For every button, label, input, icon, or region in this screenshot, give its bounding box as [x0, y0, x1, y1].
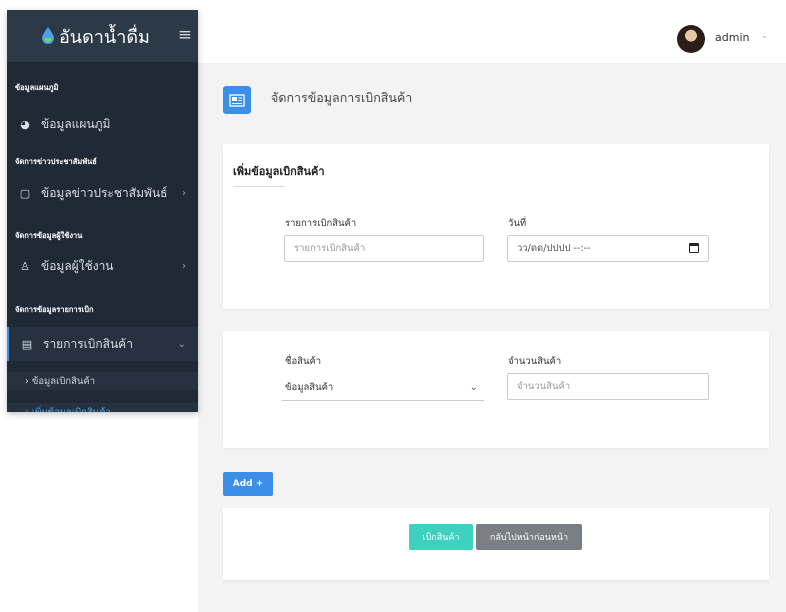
product-label: ชื่อสินค้า: [285, 356, 322, 367]
chevron-down-icon: ⌄: [177, 338, 186, 350]
section-withdraw: จัดการข้อมูลรายการเบิก: [15, 305, 94, 314]
add-row-button[interactable]: Add +: [223, 472, 273, 496]
item-input[interactable]: รายการเบิกสินค้า: [284, 235, 484, 262]
submit-button[interactable]: เบิกสินค้า: [409, 524, 473, 550]
sidebar-item-label: ข้อมูลผู้ใช้งาน: [41, 258, 114, 273]
water-drop-icon: [42, 27, 54, 44]
sidebar-subitem-data[interactable]: › ข้อมูลเบิกสินค้า: [7, 372, 198, 390]
section-chart: ข้อมูลแผนภูมิ: [15, 83, 59, 92]
sidebar-subitem-add[interactable]: › เพิ่มข้อมูลเบิกสินค้า: [7, 403, 198, 412]
section-users: จัดการข้อมูลผู้ใช้งาน: [15, 231, 83, 240]
pie-chart-icon: ◕: [20, 117, 30, 131]
title-underline: [233, 186, 285, 187]
chevron-down-icon[interactable]: ⌄: [761, 31, 768, 40]
item-label: รายการเบิกสินค้า: [285, 218, 357, 229]
back-button[interactable]: กลับไปหน้าก่อนหน้า: [476, 524, 582, 550]
calendar-icon[interactable]: [689, 243, 699, 253]
product-selected-value: ข้อมูลสินค้า: [285, 381, 334, 393]
sidebar-item-label: รายการเบิกสินค้า: [43, 336, 133, 351]
chevron-right-icon: ›: [182, 260, 186, 272]
form-card-primary: เพิ่มข้อมูลเบิกสินค้า รายการเบิกสินค้า ร…: [223, 144, 769, 309]
chevron-right-icon: ›: [182, 187, 186, 199]
qty-label: จำนวนสินค้า: [508, 356, 562, 367]
form-card-secondary: ชื่อสินค้า ข้อมูลสินค้า ⌄ จำนวนสินค้า จำ…: [223, 331, 769, 448]
card-title: เพิ่มข้อมูลเบิกสินค้า: [233, 165, 325, 178]
date-label: วันที่: [508, 218, 527, 229]
sidebar-item-withdraw[interactable]: ▤ รายการเบิกสินค้า ⌄: [7, 327, 198, 361]
newspaper-icon: [223, 86, 251, 114]
brand[interactable]: อันดาน้ำดื่ม ≡: [7, 10, 198, 62]
brand-name: อันดาน้ำดื่ม: [59, 26, 150, 48]
user-name[interactable]: admin: [715, 31, 749, 44]
user-avatar[interactable]: [677, 25, 705, 53]
product-select[interactable]: ข้อมูลสินค้า ⌄: [282, 374, 484, 401]
section-news: จัดการข่าวประชาสัมพันธ์: [15, 157, 97, 166]
sidebar-item-label: ข้อมูลข่าวประชาสัมพันธ์: [41, 185, 168, 200]
page-title: จัดการข้อมูลการเบิกสินค้า: [271, 90, 413, 105]
qty-input[interactable]: จำนวนสินค้า: [507, 373, 709, 400]
card-icon: ▤: [21, 337, 33, 351]
sidebar: อันดาน้ำดื่ม ≡ ข้อมูลแผนภูมิ ◕ ข้อมูลแผน…: [7, 10, 198, 412]
sidebar-item-label: ข้อมูลแผนภูมิ: [41, 116, 111, 131]
chevron-down-icon: ⌄: [469, 381, 478, 393]
sidebar-item-news[interactable]: ▢ ข้อมูลข่าวประชาสัมพันธ์ ›: [7, 178, 198, 208]
sidebar-item-users[interactable]: ♙ ข้อมูลผู้ใช้งาน ›: [7, 251, 198, 281]
date-input[interactable]: วว/ดด/ปปปป --:--: [507, 235, 709, 262]
hamburger-icon[interactable]: ≡: [178, 25, 192, 45]
newspaper-glyph: [229, 93, 245, 107]
sidebar-item-chart[interactable]: ◕ ข้อมูลแผนภูมิ: [7, 109, 198, 139]
user-icon: ♙: [20, 259, 30, 273]
document-icon: ▢: [19, 186, 31, 200]
action-card: เบิกสินค้า กลับไปหน้าก่อนหน้า: [223, 508, 769, 580]
date-value: วว/ดด/ปปปป --:--: [517, 243, 591, 254]
